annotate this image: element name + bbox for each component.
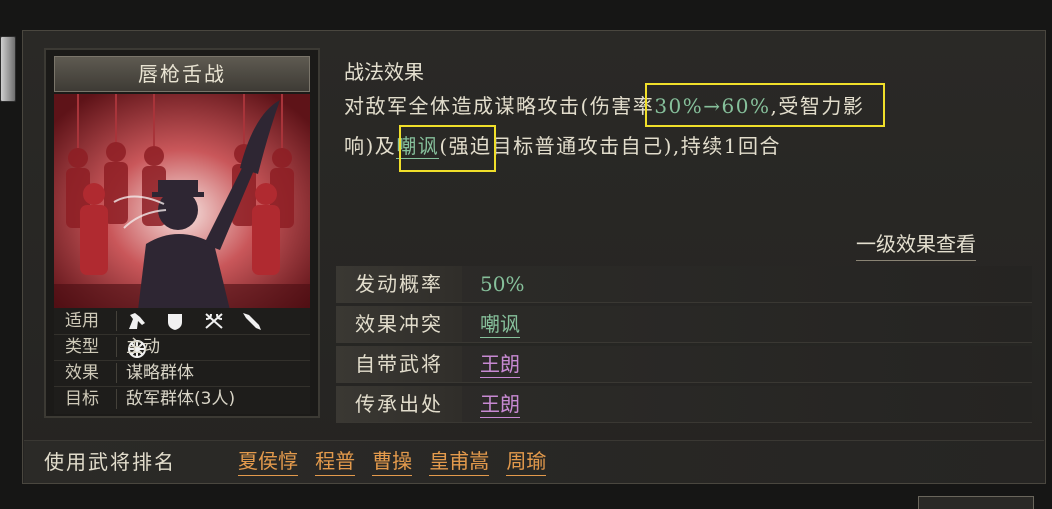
stat-row-applicable: 适用 bbox=[54, 308, 310, 358]
effect-section-title: 战法效果 bbox=[344, 60, 424, 84]
effect-value: 谋略群体 bbox=[126, 363, 194, 383]
stat-row-type: 类型 主动 bbox=[54, 334, 310, 361]
divider bbox=[116, 363, 117, 383]
type-label: 类型 bbox=[65, 337, 99, 357]
effect-conflict-value: 嘲讽 bbox=[480, 306, 520, 342]
shield-icon bbox=[164, 311, 188, 331]
inherit-source-value: 王朗 bbox=[480, 386, 520, 422]
target-label: 目标 bbox=[65, 389, 99, 409]
side-tab-handle[interactable] bbox=[0, 36, 16, 102]
innate-general-label: 自带武将 bbox=[336, 346, 462, 382]
target-value: 敌军群体(3人) bbox=[126, 389, 236, 409]
effect-label: 效果 bbox=[65, 363, 99, 383]
troop-type-icons bbox=[126, 311, 310, 358]
bottom-panel-edge bbox=[918, 496, 1034, 509]
ranked-general-link[interactable]: 夏侯惇 bbox=[238, 447, 298, 476]
tactic-artwork bbox=[54, 94, 310, 310]
divider bbox=[116, 337, 117, 357]
type-value: 主动 bbox=[126, 337, 160, 357]
trigger-rate-label: 发动概率 bbox=[336, 266, 462, 302]
effect-conflict-link[interactable]: 嘲讽 bbox=[480, 311, 520, 338]
applicable-label: 适用 bbox=[65, 311, 99, 331]
info-row-trigger-rate: 发动概率 50% bbox=[336, 266, 1032, 303]
ranked-general-link[interactable]: 周瑜 bbox=[506, 447, 547, 476]
stat-row-target: 目标 敌军群体(3人) bbox=[54, 386, 310, 412]
horse-icon bbox=[126, 311, 150, 331]
usage-ranking-label: 使用武将排名 bbox=[44, 450, 176, 474]
innate-general-value: 王朗 bbox=[480, 346, 520, 382]
tactic-card: 唇枪舌战 适用 类型 主动 效果 谋略群体 目标 敌军群体(3人) bbox=[44, 48, 320, 418]
annotation-box-damage bbox=[645, 83, 885, 127]
ranked-general-link[interactable]: 皇甫嵩 bbox=[429, 447, 490, 476]
info-row-innate-general: 自带武将 王朗 bbox=[336, 346, 1032, 383]
usage-ranking-list: 夏侯惇 程普 曹操 皇甫嵩 周瑜 bbox=[238, 447, 558, 476]
effect-conflict-label: 效果冲突 bbox=[336, 306, 462, 342]
divider bbox=[116, 311, 117, 331]
effect-text: ( bbox=[580, 94, 590, 118]
inherit-source-label: 传承出处 bbox=[336, 386, 462, 422]
trigger-rate-value: 50% bbox=[480, 272, 525, 296]
effect-text: 响)及 bbox=[344, 134, 397, 158]
level-one-effect-link[interactable]: 一级效果查看 bbox=[856, 228, 976, 261]
tactic-stats: 适用 类型 主动 效果 谋略群体 目标 敌军群体(3人) bbox=[54, 308, 310, 414]
tactic-name: 唇枪舌战 bbox=[54, 56, 310, 92]
effect-text: 对敌军全体造成谋略攻击 bbox=[344, 94, 581, 118]
crossed-bows-icon bbox=[203, 311, 227, 331]
ranked-general-link[interactable]: 程普 bbox=[315, 447, 356, 476]
ranked-general-link[interactable]: 曹操 bbox=[372, 447, 413, 476]
stat-row-effect: 效果 谋略群体 bbox=[54, 360, 310, 387]
info-row-effect-conflict: 效果冲突 嘲讽 bbox=[336, 306, 1032, 343]
usage-ranking-bar: 使用武将排名 夏侯惇 程普 曹操 皇甫嵩 周瑜 bbox=[24, 440, 1044, 483]
annotation-box-taunt bbox=[399, 125, 496, 172]
divider bbox=[116, 389, 117, 409]
spear-icon bbox=[241, 311, 265, 331]
info-row-inherit-source: 传承出处 王朗 bbox=[336, 386, 1032, 423]
inherit-source-link[interactable]: 王朗 bbox=[480, 391, 520, 418]
innate-general-link[interactable]: 王朗 bbox=[480, 351, 520, 378]
